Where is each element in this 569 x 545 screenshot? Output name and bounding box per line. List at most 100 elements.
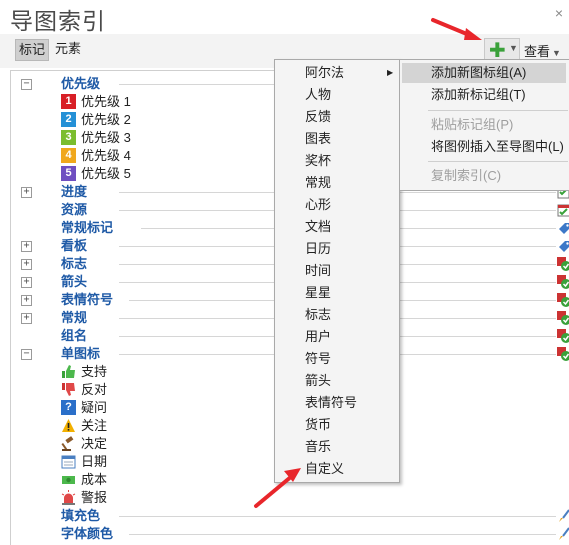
marker-check-icon (557, 257, 569, 271)
gavel-icon (61, 436, 74, 451)
item-label: 疑问 (81, 400, 108, 415)
priority-2-icon: 2 (61, 112, 76, 127)
menu-item[interactable]: 反馈 (305, 106, 331, 128)
warning-icon (62, 419, 75, 432)
group-label: 优先级 (61, 76, 101, 91)
tab-markers[interactable]: 标记 (15, 39, 50, 61)
close-icon[interactable]: × (555, 5, 563, 21)
divider (129, 534, 556, 535)
menu-item[interactable]: 货币 (305, 414, 331, 436)
group-label: 表情符号 (61, 292, 114, 307)
group-label: 看板 (61, 238, 88, 253)
expand-icon[interactable]: + (21, 241, 32, 252)
menu-separator (428, 161, 568, 162)
priority-4-icon: 4 (61, 148, 76, 163)
group-label: 标志 (61, 256, 88, 271)
menu-item[interactable]: 音乐 (305, 436, 331, 458)
panel-title-bar: 导图索引 × (0, 0, 569, 34)
group-label: 单图标 (61, 346, 101, 361)
tab-elements[interactable]: 元素 (52, 39, 84, 59)
money-icon (62, 476, 75, 484)
priority-5-icon: 5 (61, 166, 76, 181)
menu-item[interactable]: 用户 (305, 326, 331, 348)
menu-item[interactable]: 标志 (305, 304, 331, 326)
menu-item-custom[interactable]: 自定义 (305, 458, 344, 480)
menu-item[interactable]: 图表 (305, 128, 331, 150)
add-icon-group-item[interactable]: 添加新图标组(A) (431, 63, 526, 83)
chevron-down-icon: ▼ (509, 43, 518, 53)
collapse-icon[interactable]: − (21, 349, 32, 360)
menu-separator (428, 110, 568, 111)
paste-marker-group-item[interactable]: 粘贴标记组(P) (431, 115, 513, 135)
list-item[interactable]: 2 优先级 2 (11, 111, 311, 129)
expand-icon[interactable]: + (21, 295, 32, 306)
menu-item[interactable]: 人物 (305, 84, 331, 106)
thumbs-up-icon (62, 365, 75, 378)
menu-item[interactable]: 时间 (305, 260, 331, 282)
menu-item[interactable]: 日历 (305, 238, 331, 260)
list-item[interactable]: 决定 (11, 435, 311, 453)
item-label: 优先级 4 (81, 148, 131, 163)
menu-item[interactable]: 心形 (305, 194, 331, 216)
tag-icon (559, 223, 569, 234)
list-item[interactable]: 日期 (11, 453, 311, 471)
expand-icon[interactable]: + (21, 187, 32, 198)
add-icon-group-menu: 阿尔法 ▶ 人物 反馈 图表 奖杯 常规 心形 文档 日历 时间 星星 标志 用户… (274, 59, 400, 483)
menu-item[interactable]: 文档 (305, 216, 331, 238)
marker-check-icon (557, 275, 569, 289)
view-button-label: 查看 (524, 44, 551, 59)
insert-legend-item[interactable]: 将图例插入至导图中(L) (431, 137, 564, 157)
list-item[interactable]: 4 优先级 4 (11, 147, 311, 165)
expand-icon[interactable]: + (21, 313, 32, 324)
thumbs-down-icon (62, 383, 75, 396)
menu-item[interactable]: 奖杯 (305, 150, 331, 172)
priority-3-icon: 3 (61, 130, 76, 145)
item-label: 优先级 5 (81, 166, 131, 181)
list-item[interactable]: 关注 (11, 417, 311, 435)
menu-item[interactable]: 箭头 (305, 370, 331, 392)
expand-icon[interactable]: + (21, 277, 32, 288)
list-item[interactable]: 警报 (11, 489, 311, 507)
list-item[interactable]: 支持 (11, 363, 311, 381)
item-label: 成本 (81, 472, 108, 487)
add-group-submenu: 添加新图标组(A) 添加新标记组(T) 粘贴标记组(P) 将图例插入至导图中(L… (399, 59, 569, 191)
menu-item[interactable]: 常规 (305, 172, 331, 194)
group-label: 组名 (61, 328, 88, 343)
list-item[interactable]: 3 优先级 3 (11, 129, 311, 147)
item-label: 决定 (81, 436, 108, 451)
list-item[interactable]: 5 优先级 5 (11, 165, 311, 183)
menu-item[interactable]: 表情符号 (305, 392, 357, 414)
collapse-icon[interactable]: − (21, 79, 32, 90)
item-label: 优先级 2 (81, 112, 131, 127)
tree-group-fill-color[interactable]: 填充色 (11, 507, 569, 525)
add-marker-group-item[interactable]: 添加新标记组(T) (431, 85, 526, 105)
calendar-icon (61, 455, 76, 469)
tag-icon (559, 241, 569, 252)
item-label: 日期 (81, 454, 108, 469)
tree-group-font-color[interactable]: 字体颜色 (11, 525, 569, 543)
marker-check-icon (557, 293, 569, 307)
alarm-icon (61, 490, 76, 505)
chevron-down-icon: ▼ (552, 48, 561, 58)
group-label: 字体颜色 (61, 526, 114, 541)
list-item[interactable]: 1 优先级 1 (11, 93, 311, 111)
group-label: 箭头 (61, 274, 88, 289)
group-label: 常规 (61, 310, 88, 325)
divider (119, 516, 556, 517)
view-button[interactable]: 查看 ▼ (524, 41, 561, 60)
menu-item[interactable]: 星星 (305, 282, 331, 304)
menu-item-alpha[interactable]: 阿尔法 ▶ (305, 62, 393, 84)
list-item[interactable]: ? 疑问 (11, 399, 311, 417)
copy-index-item[interactable]: 复制索引(C) (431, 166, 501, 186)
group-label: 进度 (61, 184, 88, 199)
menu-item-label: 阿尔法 (305, 65, 345, 80)
calendar-check-icon (557, 204, 569, 217)
list-item[interactable]: 反对 (11, 381, 311, 399)
marker-check-icon (557, 311, 569, 325)
list-item[interactable]: 成本 (11, 471, 311, 489)
group-label: 常规标记 (61, 220, 114, 235)
panel-title: 导图索引 (10, 8, 106, 34)
expand-icon[interactable]: + (21, 259, 32, 270)
question-icon: ? (61, 400, 76, 415)
menu-item[interactable]: 符号 (305, 348, 331, 370)
